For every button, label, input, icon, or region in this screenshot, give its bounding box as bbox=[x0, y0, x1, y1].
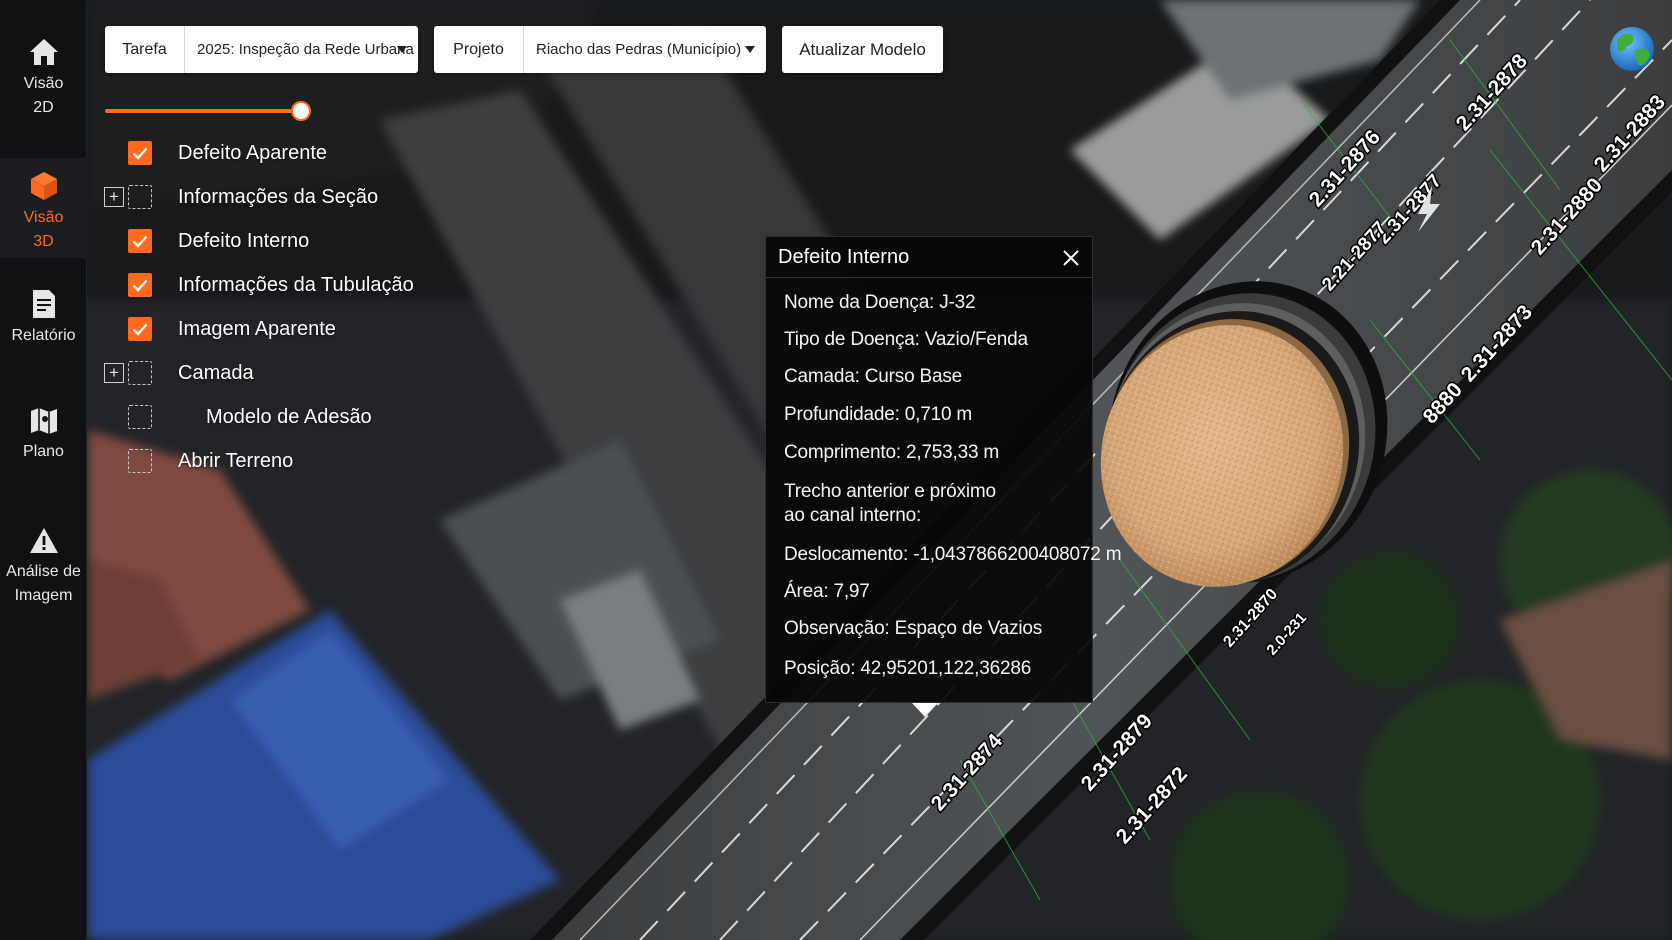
layer-row-section-info[interactable]: + Informações da Seção bbox=[104, 182, 378, 212]
layer-checkbox[interactable] bbox=[128, 449, 152, 473]
layer-label: Informações da Seção bbox=[178, 185, 379, 208]
sidebar: Visão 2D Visão 3D Relatório Plano Anális… bbox=[0, 0, 87, 940]
layer-row-pipe-info[interactable]: Informações da Tubulação bbox=[104, 270, 414, 300]
layer-row-apparent-defect[interactable]: Defeito Aparente bbox=[104, 138, 327, 168]
expand-plus-icon[interactable]: + bbox=[104, 187, 124, 207]
task-label: Tarefa bbox=[105, 26, 185, 73]
close-icon[interactable] bbox=[1060, 247, 1082, 269]
expand-plus-icon[interactable]: + bbox=[104, 363, 124, 383]
nav-item-image-analysis[interactable]: Análise de Imagem bbox=[0, 526, 87, 626]
popup-disease-name: Nome da Doença: J-32 bbox=[784, 292, 976, 313]
layer-label: Abrir Terreno bbox=[178, 449, 294, 472]
layer-row-apparent-image[interactable]: Imagem Aparente bbox=[104, 314, 336, 344]
popup-segment-label-1: Trecho anterior e próximo bbox=[784, 481, 996, 502]
opacity-slider-handle[interactable] bbox=[291, 101, 311, 121]
checkmark-icon bbox=[132, 279, 148, 292]
defect-info-popup: Defeito Interno Nome da Doença: J-32 Tip… bbox=[765, 236, 1122, 703]
nav-item-plan[interactable]: Plano bbox=[0, 406, 87, 486]
update-model-button[interactable]: Atualizar Modelo bbox=[782, 26, 943, 73]
layer-row-adhesion-model[interactable]: Modelo de Adesão bbox=[104, 402, 372, 432]
project-label: Projeto bbox=[434, 26, 524, 73]
project-selector: Projeto Riacho das Pedras (Município) bbox=[434, 26, 766, 73]
warning-icon bbox=[29, 528, 58, 553]
nav-item-3d-view[interactable]: Visão 3D bbox=[0, 158, 87, 258]
layer-label: Defeito Interno bbox=[178, 229, 310, 252]
layer-checkbox[interactable] bbox=[128, 317, 152, 341]
nav-item-2d-view[interactable]: Visão 2D bbox=[0, 36, 87, 136]
map-icon bbox=[30, 408, 57, 434]
checkmark-icon bbox=[132, 323, 148, 336]
layer-row-internal-defect[interactable]: Defeito Interno bbox=[104, 226, 309, 256]
layer-label: Imagem Aparente bbox=[178, 317, 336, 340]
layer-checkbox[interactable] bbox=[128, 361, 152, 385]
popup-segment-label-2: ao canal interno: bbox=[784, 505, 922, 526]
layer-label: Modelo de Adesão bbox=[206, 405, 372, 428]
layer-checkbox[interactable] bbox=[128, 229, 152, 253]
home-icon bbox=[29, 39, 58, 65]
checkmark-icon bbox=[132, 147, 148, 160]
nav-item-label: Relatório bbox=[11, 327, 76, 344]
task-selector: Tarefa 2025: Inspeção da Rede Urbana bbox=[105, 26, 418, 73]
chevron-down-icon bbox=[397, 46, 407, 53]
layer-row-layer[interactable]: + Camada bbox=[104, 358, 254, 388]
layer-row-open-terrain[interactable]: Abrir Terreno bbox=[104, 446, 293, 476]
layer-checkbox[interactable] bbox=[128, 141, 152, 165]
opacity-slider-track[interactable] bbox=[105, 109, 303, 113]
popup-area: Área: 7,97 bbox=[784, 581, 870, 602]
nav-item-label: Visão 2D bbox=[23, 75, 64, 116]
popup-observation: Observação: Espaço de Vazios bbox=[784, 618, 1043, 639]
layer-label: Defeito Aparente bbox=[178, 141, 327, 164]
popup-disease-type: Tipo de Doença: Vazio/Fenda bbox=[784, 329, 1028, 350]
layer-label: Informações da Tubulação bbox=[178, 273, 414, 296]
popup-layer: Camada: Curso Base bbox=[784, 366, 963, 387]
layer-checkbox[interactable] bbox=[128, 273, 152, 297]
nav-item-label: Visão 3D bbox=[23, 209, 64, 250]
task-dropdown-value: 2025: Inspeção da Rede Urbana bbox=[197, 41, 414, 58]
project-dropdown[interactable]: Riacho das Pedras (Município) bbox=[524, 26, 766, 73]
checkmark-icon bbox=[132, 235, 148, 248]
popup-position: Posição: 42,95201,122,36286 bbox=[784, 658, 1032, 679]
popup-depth: Profundidade: 0,710 m bbox=[784, 404, 973, 425]
cube-icon bbox=[30, 172, 57, 200]
nav-item-report[interactable]: Relatório bbox=[0, 288, 87, 368]
nav-item-label: Plano bbox=[23, 443, 64, 460]
layer-checkbox[interactable] bbox=[128, 405, 152, 429]
layer-checkbox[interactable] bbox=[128, 185, 152, 209]
popup-length: Comprimento: 2,753,33 m bbox=[784, 442, 1000, 463]
popup-pointer bbox=[912, 703, 938, 717]
task-dropdown[interactable]: 2025: Inspeção da Rede Urbana bbox=[185, 26, 418, 73]
layer-label: Camada bbox=[178, 361, 254, 384]
popup-title: Defeito Interno bbox=[766, 237, 1092, 278]
chevron-down-icon bbox=[745, 46, 755, 53]
app-root: 2.31-2878 2.31-2883 2.31-2876 2.31-2877 … bbox=[0, 0, 1672, 940]
project-dropdown-value: Riacho das Pedras (Município) bbox=[536, 41, 742, 58]
popup-displacement: Deslocamento: -1,0437866200408072 m bbox=[784, 544, 1122, 565]
nav-item-label: Análise de Imagem bbox=[6, 563, 81, 604]
globe-icon[interactable] bbox=[1610, 27, 1654, 71]
report-icon bbox=[32, 290, 55, 318]
